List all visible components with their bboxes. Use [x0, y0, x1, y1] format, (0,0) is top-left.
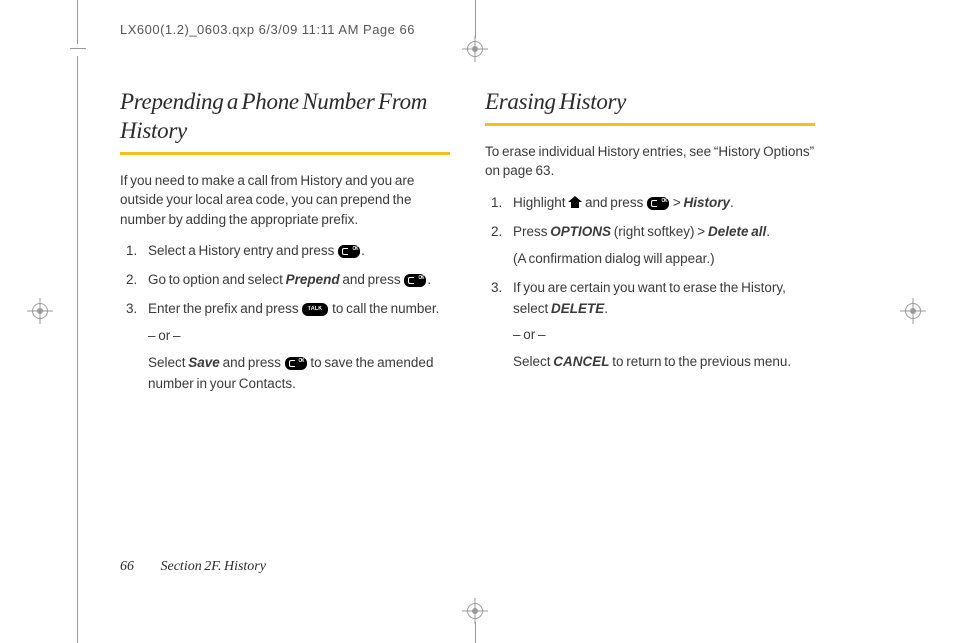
text: .	[604, 301, 608, 316]
delete-all-label: Delete all	[708, 224, 766, 239]
step-number: 3.	[126, 299, 137, 320]
right-steps: 1. Highlight and press > History. 2. Pre…	[485, 193, 815, 373]
right-title: Erasing History	[485, 88, 815, 117]
reg-mark-top-stem	[475, 0, 476, 38]
crop-vrule-left	[77, 0, 78, 44]
text: Select a History entry and press	[148, 243, 337, 258]
text: >	[670, 195, 683, 210]
text: to return to the previous menu.	[610, 354, 792, 369]
right-step-1: 1. Highlight and press > History.	[513, 193, 815, 214]
prepend-label: Prepend	[286, 272, 340, 287]
step-number: 3.	[491, 278, 502, 299]
left-steps: 1. Select a History entry and press . 2.…	[120, 241, 450, 395]
reg-mark-right-icon	[900, 298, 926, 324]
ok-key-icon	[338, 245, 360, 258]
text: Select	[513, 354, 553, 369]
left-intro: If you need to make a call from History …	[120, 171, 450, 230]
or-divider: – or –	[513, 325, 815, 346]
left-title-rule	[120, 152, 450, 155]
step-number: 1.	[126, 241, 137, 262]
text: Select Save and press to save the amende…	[148, 353, 450, 395]
or-divider: – or –	[148, 326, 450, 347]
text: .	[427, 272, 431, 287]
options-label: OPTIONS	[550, 224, 611, 239]
page-footer: 66 Section 2F. History	[120, 559, 266, 575]
text: and press	[340, 272, 404, 287]
right-intro: To erase individual History entries, see…	[485, 142, 815, 181]
text: (right softkey) >	[611, 224, 708, 239]
ok-key-icon	[647, 197, 669, 210]
ok-key-icon	[404, 274, 426, 287]
text: Enter the prefix and press	[148, 301, 301, 316]
reg-mark-left-icon	[27, 298, 53, 324]
text: .	[361, 243, 365, 258]
reg-mark-top-icon	[462, 36, 488, 62]
left-step-2: 2. Go to option and select Prepend and p…	[148, 270, 450, 291]
history-label: History	[683, 195, 730, 210]
step-number: 2.	[126, 270, 137, 291]
text: Highlight	[513, 195, 568, 210]
step-number: 2.	[491, 222, 502, 243]
text: (A confirmation dialog will appear.)	[513, 249, 815, 270]
right-title-rule	[485, 123, 815, 126]
right-step-2: 2. Press OPTIONS (right softkey) > Delet…	[513, 222, 815, 270]
text: .	[730, 195, 734, 210]
text: and press	[582, 195, 646, 210]
prepress-header: LX600(1.2)_0603.qxp 6/3/09 11:11 AM Page…	[120, 22, 415, 37]
left-step-3: 3. Enter the prefix and press to call th…	[148, 299, 450, 395]
ok-key-icon	[285, 357, 307, 370]
left-title: Prepending a Phone Number From History	[120, 88, 450, 146]
text: Go to option and select	[148, 272, 286, 287]
step-number: 1.	[491, 193, 502, 214]
text: Select	[148, 355, 188, 370]
talk-key-icon	[302, 303, 328, 316]
text: to call the number.	[329, 301, 439, 316]
left-step-1: 1. Select a History entry and press .	[148, 241, 450, 262]
save-label: Save	[188, 355, 220, 370]
reg-mark-bottom-stem	[475, 622, 476, 643]
text: and press	[220, 355, 284, 370]
cancel-label: CANCEL	[553, 354, 609, 369]
left-column: Prepending a Phone Number From History I…	[120, 88, 450, 403]
delete-label: DELETE	[551, 301, 604, 316]
text: .	[766, 224, 770, 239]
reg-mark-bottom-icon	[462, 598, 488, 624]
text: Select CANCEL to return to the previous …	[513, 352, 815, 373]
crop-vrule-left2	[77, 56, 78, 643]
home-icon	[568, 196, 582, 208]
crop-hrule-top	[70, 48, 86, 49]
page-number: 66	[120, 559, 134, 574]
section-label: Section 2F. History	[161, 559, 266, 574]
right-step-3: 3. If you are certain you want to erase …	[513, 278, 815, 374]
text: Press	[513, 224, 550, 239]
right-column: Erasing History To erase individual Hist…	[485, 88, 815, 381]
